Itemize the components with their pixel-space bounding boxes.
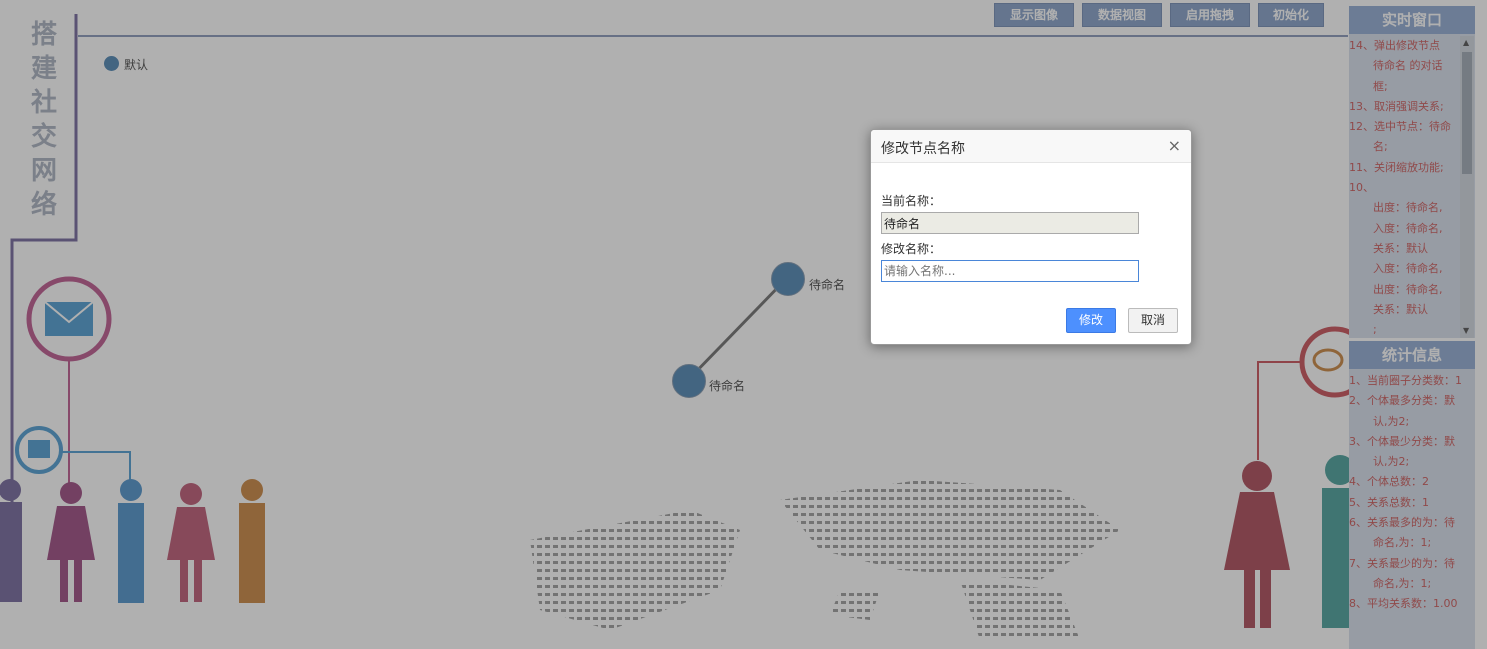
new-name-input[interactable] (881, 260, 1139, 282)
new-name-label: 修改名称： (881, 242, 942, 256)
dialog-header: 修改节点名称 × (871, 130, 1191, 163)
cancel-button[interactable]: 取消 (1128, 308, 1178, 333)
dialog-title: 修改节点名称 (881, 141, 965, 157)
confirm-rename-button[interactable]: 修改 (1066, 308, 1116, 333)
modal-backdrop[interactable] (0, 0, 1487, 649)
current-name-field (881, 212, 1139, 234)
rename-node-dialog: 修改节点名称 × 当前名称： 修改名称： 修改 取消 (870, 129, 1192, 345)
current-name-label: 当前名称： (881, 194, 942, 208)
close-icon[interactable]: × (1168, 136, 1181, 155)
